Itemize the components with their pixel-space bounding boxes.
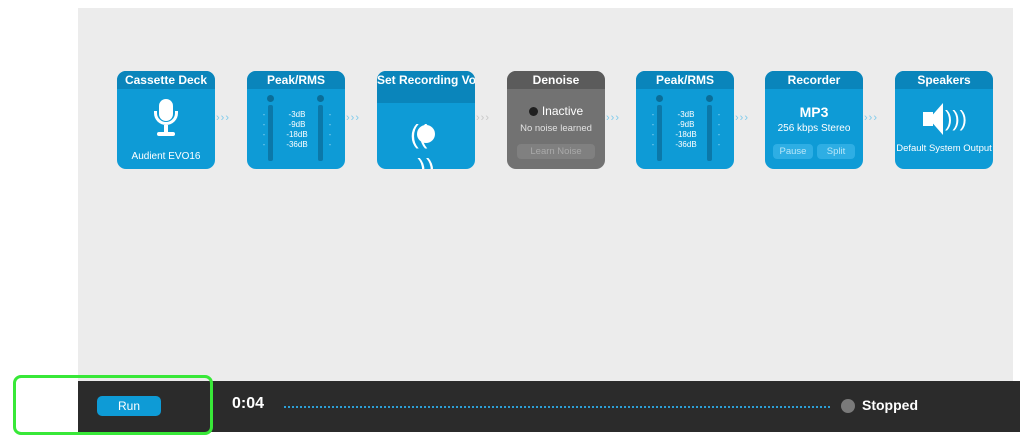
device-name: Audient EVO16: [131, 151, 201, 162]
status-indicator-icon: [528, 107, 538, 116]
elapsed-time: 0:04: [232, 395, 265, 412]
peak-rms-block-2[interactable]: Peak/RMS ---- ---- -3dB -9dB -18dB -36dB: [636, 71, 734, 169]
microphone-icon: [153, 99, 179, 141]
chevron-arrows-icon: ›››: [864, 112, 878, 124]
db-scale: -3dB -9dB -18dB -36dB: [286, 110, 308, 149]
block-title: Speakers: [895, 71, 993, 89]
db-scale: -3dB -9dB -18dB -36dB: [675, 110, 697, 149]
chevron-arrows-icon: ›››: [735, 112, 749, 124]
progress-track: [284, 406, 830, 408]
level-meter-left: [656, 95, 663, 165]
level-meter-right: [317, 95, 324, 165]
recorder-block[interactable]: Recorder MP3 256 kbps Stereo Pause Split: [765, 71, 863, 169]
highlight-outline: [13, 375, 213, 435]
level-meter-right: [706, 95, 713, 165]
block-title: Set Recording Volume: [377, 71, 475, 103]
split-button[interactable]: Split: [817, 144, 855, 159]
peak-rms-block-1[interactable]: Peak/RMS ---- ---- -3dB -9dB -18dB -36dB: [247, 71, 345, 169]
block-title: Cassette Deck: [117, 71, 215, 89]
chevron-arrows-icon: ›››: [476, 112, 490, 124]
block-title: Recorder: [765, 71, 863, 89]
output-device: Default System Output: [896, 143, 992, 154]
block-title: Peak/RMS: [247, 71, 345, 89]
denoise-info: No noise learned: [520, 123, 592, 134]
record-quality: 256 kbps Stereo: [777, 123, 851, 134]
chevron-arrows-icon: ›››: [216, 112, 230, 124]
chevron-arrows-icon: ›››: [346, 112, 360, 124]
speaker-icon: ))): [923, 99, 967, 139]
denoise-status: Inactive: [541, 104, 584, 118]
block-title: Denoise: [507, 71, 605, 89]
cassette-deck-block[interactable]: Cassette Deck Audient EVO16: [117, 71, 215, 169]
level-meter-left: [267, 95, 274, 165]
block-title: Peak/RMS: [636, 71, 734, 89]
denoise-block[interactable]: Denoise Inactive No noise learned Learn …: [507, 71, 605, 169]
record-format: MP3: [799, 104, 829, 120]
status-indicator-icon: [841, 399, 855, 413]
run-status: Stopped: [862, 397, 918, 413]
speakers-block[interactable]: Speakers ))) Default System Output: [895, 71, 993, 169]
set-recording-volume-block[interactable]: Set Recording Volume (( )): [377, 71, 475, 169]
chain-canvas: Cassette Deck Audient EVO16 ››› Peak/RMS…: [78, 8, 1013, 381]
transport-bar: Run 0:04 Stopped: [78, 381, 1020, 432]
learn-noise-button[interactable]: Learn Noise: [517, 144, 595, 159]
pause-button[interactable]: Pause: [773, 144, 813, 159]
chevron-arrows-icon: ›››: [606, 112, 620, 124]
